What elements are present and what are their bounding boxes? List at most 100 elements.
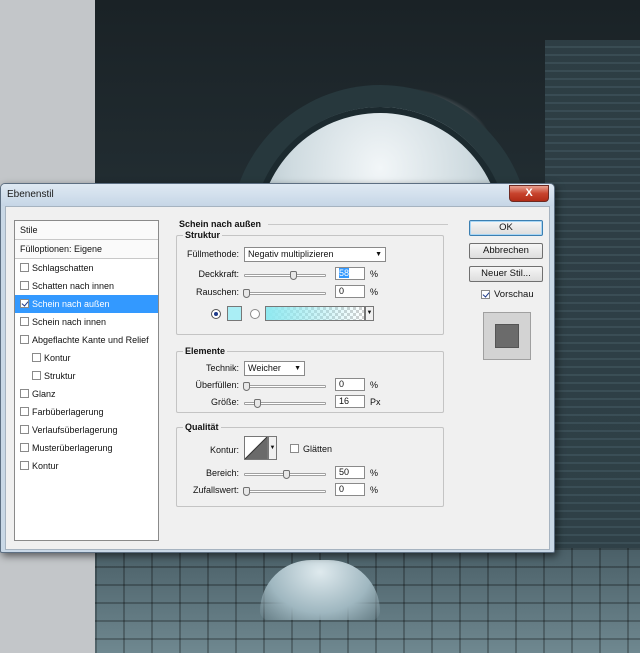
style-item-checkbox[interactable]	[20, 389, 29, 398]
style-item-checkbox[interactable]	[32, 371, 41, 380]
size-value: 16	[339, 396, 350, 406]
technique-value: Weicher	[248, 363, 281, 373]
style-item[interactable]: Schlagschatten	[15, 259, 158, 277]
style-item-checkbox[interactable]	[20, 335, 29, 344]
range-label: Bereich:	[205, 468, 239, 478]
blend-mode-value: Negativ multiplizieren	[248, 249, 334, 259]
ok-button[interactable]: OK	[469, 220, 543, 236]
jitter-label: Zufallswert:	[192, 485, 239, 495]
quality-group-title: Qualität	[183, 422, 221, 432]
style-item[interactable]: Glanz	[15, 385, 158, 403]
spread-slider[interactable]	[244, 385, 326, 388]
layer-style-dialog: Ebenenstil X Stile Fülloptionen: Eigene …	[0, 183, 555, 553]
preview-checkbox[interactable]	[481, 290, 490, 299]
structure-group-title: Struktur	[183, 230, 223, 240]
style-item-label: Kontur	[44, 353, 71, 363]
style-item[interactable]: Schein nach außen	[15, 295, 158, 313]
chevron-down-icon: ▼	[269, 445, 276, 451]
contour-label: Kontur:	[209, 445, 239, 455]
style-item-label: Schlagschatten	[32, 263, 94, 273]
style-item[interactable]: Abgeflachte Kante und Relief	[15, 331, 158, 349]
range-slider-thumb[interactable]	[283, 470, 290, 479]
style-item-checkbox[interactable]	[20, 443, 29, 452]
gradient-radio[interactable]	[250, 309, 260, 319]
gradient-dropdown-button[interactable]: ▼	[365, 306, 374, 321]
chevron-down-icon: ▼	[294, 365, 301, 372]
new-style-button[interactable]: Neuer Stil...	[469, 266, 543, 282]
jitter-value: 0	[339, 484, 345, 494]
contour-picker[interactable]	[244, 436, 268, 460]
dialog-client: Stile Fülloptionen: Eigene Schlagschatte…	[5, 206, 550, 550]
spread-input[interactable]: 0	[335, 378, 365, 391]
styles-list: Stile Fülloptionen: Eigene Schlagschatte…	[14, 220, 159, 541]
preview-thumbnail	[483, 312, 531, 360]
style-item-label: Farbüberlagerung	[32, 407, 104, 417]
jitter-slider[interactable]	[244, 490, 326, 493]
preview-swatch	[495, 324, 519, 348]
close-button[interactable]: X	[509, 185, 549, 202]
size-slider-thumb[interactable]	[254, 399, 261, 408]
style-item-checkbox[interactable]	[20, 317, 29, 326]
dialog-titlebar[interactable]: Ebenenstil X	[1, 184, 554, 206]
opacity-input[interactable]: 58	[335, 267, 365, 280]
style-item[interactable]: Struktur	[15, 367, 158, 385]
dialog-title: Ebenenstil	[7, 189, 54, 200]
style-item-checkbox[interactable]	[20, 299, 29, 308]
style-item[interactable]: Kontur	[15, 457, 158, 475]
antialias-label: Glätten	[303, 444, 333, 454]
noise-label: Rauschen:	[195, 287, 239, 297]
style-item-label: Kontur	[32, 461, 59, 471]
contour-dropdown-button[interactable]: ▼	[268, 436, 277, 460]
style-item[interactable]: Farbüberlagerung	[15, 403, 158, 421]
settings-panel: Schein nach außen Struktur Füllmethode: …	[170, 215, 450, 535]
style-item-label: Schein nach innen	[32, 317, 107, 327]
glow-color-swatch[interactable]	[227, 306, 242, 321]
noise-value: 0	[339, 286, 345, 296]
technique-select[interactable]: Weicher ▼	[244, 361, 305, 376]
gradient-picker[interactable]	[265, 306, 365, 321]
styles-list-header[interactable]: Stile	[15, 221, 158, 240]
opacity-slider-thumb[interactable]	[290, 271, 297, 280]
opacity-slider[interactable]	[244, 274, 326, 277]
cancel-button[interactable]: Abbrechen	[469, 243, 543, 259]
style-item-label: Musterüberlagerung	[32, 443, 113, 453]
size-input[interactable]: 16	[335, 395, 365, 408]
jitter-unit: %	[370, 485, 379, 495]
style-item[interactable]: Schein nach innen	[15, 313, 158, 331]
style-item[interactable]: Verlaufsüberlagerung	[15, 421, 158, 439]
noise-slider[interactable]	[244, 292, 326, 295]
style-item-label: Verlaufsüberlagerung	[32, 425, 118, 435]
blend-mode-select[interactable]: Negativ multiplizieren ▼	[244, 247, 386, 262]
spread-slider-thumb[interactable]	[243, 382, 250, 391]
structure-group: Struktur Füllmethode: Negativ multiplizi…	[176, 230, 444, 335]
range-value: 50	[339, 467, 350, 477]
style-item-checkbox[interactable]	[20, 407, 29, 416]
preview-label: Vorschau	[494, 289, 534, 300]
style-item-checkbox[interactable]	[20, 461, 29, 470]
close-icon: X	[525, 187, 533, 199]
style-item-checkbox[interactable]	[32, 353, 41, 362]
size-unit: Px	[370, 397, 381, 407]
style-item-checkbox[interactable]	[20, 425, 29, 434]
jitter-input[interactable]: 0	[335, 483, 365, 496]
antialias-checkbox[interactable]	[290, 444, 299, 453]
section-heading: Schein nach außen	[179, 219, 262, 229]
blend-options-item[interactable]: Fülloptionen: Eigene	[15, 240, 158, 259]
style-item-label: Abgeflachte Kante und Relief	[32, 335, 149, 345]
style-items: Schlagschatten Schatten nach innen Schein …	[15, 259, 158, 475]
noise-slider-thumb[interactable]	[243, 289, 250, 298]
style-item[interactable]: Musterüberlagerung	[15, 439, 158, 457]
range-input[interactable]: 50	[335, 466, 365, 479]
style-item-checkbox[interactable]	[20, 263, 29, 272]
style-item-label: Glanz	[32, 389, 56, 399]
color-radio[interactable]	[211, 309, 221, 319]
technique-label: Technik:	[205, 363, 239, 373]
jitter-slider-thumb[interactable]	[243, 487, 250, 496]
style-item[interactable]: Schatten nach innen	[15, 277, 158, 295]
size-label: Größe:	[210, 397, 239, 407]
style-item[interactable]: Kontur	[15, 349, 158, 367]
style-item-checkbox[interactable]	[20, 281, 29, 290]
spread-value: 0	[339, 379, 345, 389]
noise-unit: %	[370, 287, 379, 297]
noise-input[interactable]: 0	[335, 285, 365, 298]
